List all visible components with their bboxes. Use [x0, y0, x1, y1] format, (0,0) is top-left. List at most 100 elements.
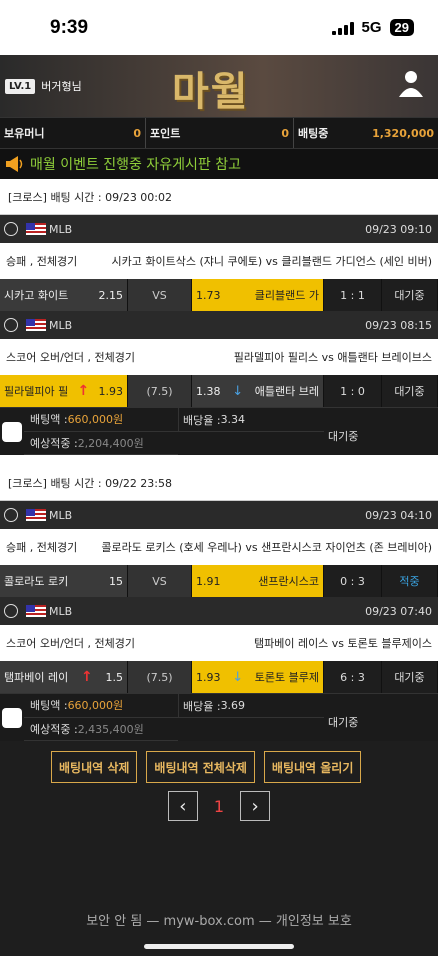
- bet-type: 승패 , 전체경기: [6, 541, 78, 554]
- bet-state: 대기중: [328, 430, 359, 443]
- expected-win: 2,204,400원: [77, 436, 144, 450]
- baseball-icon: [4, 222, 18, 236]
- game-result: 대기중: [382, 661, 438, 693]
- game-result: 대기중: [382, 375, 438, 407]
- game-info: 승패 , 전체경기 시카고 화이트삭스 (쟈니 쿠에토) vs 클리블랜드 가디…: [0, 243, 438, 279]
- game-info: 스코어 오버/언더 , 전체경기 탬파베이 레이스 vs 토론토 블루제이스: [0, 625, 438, 661]
- point-value: 0: [281, 126, 289, 140]
- league-row: MLB 09/23 08:15: [0, 311, 438, 339]
- clock: 9:39: [50, 16, 89, 38]
- game-score: 1 : 0: [324, 375, 382, 407]
- money-value: 0: [133, 126, 141, 140]
- game-score: 6 : 3: [324, 661, 382, 693]
- bet-type: 스코어 오버/언더 , 전체경기: [6, 351, 136, 364]
- bet-amount-label: 배팅액 :: [30, 699, 68, 713]
- odds-rate-row: 배당율 : 3.69: [178, 694, 324, 718]
- bet-amount-row: 배팅액 : 660,000원: [24, 694, 178, 718]
- home-odds[interactable]: 탬파베이 레이 ↑ 1.5: [0, 661, 128, 693]
- league-name: MLB: [49, 318, 73, 332]
- over-arrow-icon: ↑: [77, 383, 90, 399]
- bet-type: 스코어 오버/언더 , 전체경기: [6, 637, 136, 650]
- home-team: 필라델피아 필: [4, 385, 69, 398]
- handicap: (7.5): [128, 375, 192, 407]
- point-cell: 포인트 0: [146, 118, 294, 148]
- away-team: 애틀랜타 브레: [254, 385, 319, 398]
- spacer: [0, 455, 438, 465]
- point-label: 포인트: [150, 127, 181, 140]
- prev-page-button[interactable]: ‹: [167, 791, 198, 821]
- league-name: MLB: [49, 508, 73, 522]
- status-bar: 9:39 5G 29: [0, 0, 438, 55]
- handicap: VS: [128, 565, 192, 597]
- handicap: VS: [128, 279, 192, 311]
- next-page-button[interactable]: ›: [240, 791, 271, 821]
- usa-flag-icon: [26, 605, 46, 617]
- site-logo[interactable]: 마월: [172, 59, 250, 117]
- odds-row: 탬파베이 레이 ↑ 1.5 (7.5) 1.93 ↓ 토론토 블루제 6 : 3…: [0, 661, 438, 693]
- away-odds[interactable]: 1.73 클리블랜드 가: [192, 279, 324, 311]
- browser-url-bar[interactable]: 보안 안 됨 — myw-box.com — 개인정보 보호: [0, 910, 438, 929]
- rate-label: 배당율 :: [183, 699, 221, 713]
- battery-icon: 29: [389, 19, 414, 36]
- expected-win-label: 예상적중 :: [30, 722, 78, 736]
- away-team: 클리블랜드 가: [254, 289, 319, 302]
- post-history-button[interactable]: 배팅내역 올리기: [263, 751, 362, 783]
- site-header: LV.1 버거형님 마월: [0, 55, 438, 117]
- home-odds[interactable]: 시카고 화이트 2.15: [0, 279, 128, 311]
- rate-value: 3.69: [220, 699, 246, 712]
- away-odds-value: 1.38: [196, 384, 221, 398]
- usa-flag-icon: [26, 509, 46, 521]
- usa-flag-icon: [26, 223, 46, 235]
- delete-history-button[interactable]: 배팅내역 삭제: [51, 751, 138, 783]
- slip-title: [크로스] 배팅 시간 : 09/22 23:58: [0, 465, 438, 501]
- baseball-icon: [4, 318, 18, 332]
- select-checkbox[interactable]: [0, 694, 24, 741]
- over-arrow-icon: ↑: [80, 669, 93, 685]
- game-info: 승패 , 전체경기 콜로라도 로키스 (호세 우레나) vs 샌프란시스코 자이…: [0, 529, 438, 565]
- home-team: 콜로라도 로키: [4, 575, 69, 588]
- away-odds[interactable]: 1.38 ↓ 애틀랜타 브레: [192, 375, 324, 407]
- expected-win-label: 예상적중 :: [30, 436, 78, 450]
- away-odds[interactable]: 1.93 ↓ 토론토 블루제: [192, 661, 324, 693]
- home-odds-value: 1.5: [105, 670, 123, 684]
- home-odds-value: 2.15: [98, 288, 124, 302]
- home-odds[interactable]: 콜로라도 로키 15: [0, 565, 128, 597]
- current-page[interactable]: 1: [214, 797, 224, 816]
- league-row: MLB 09/23 04:10: [0, 501, 438, 529]
- username: 버거형님: [41, 80, 82, 93]
- home-odds[interactable]: 필라델피아 필 ↑ 1.93: [0, 375, 128, 407]
- expected-win: 2,435,400원: [77, 722, 144, 736]
- rate-label: 배당율 :: [183, 413, 221, 427]
- game-info: 스코어 오버/언더 , 전체경기 필라델피아 필리스 vs 애틀랜타 브레이브스: [0, 339, 438, 375]
- under-arrow-icon: ↓: [232, 669, 244, 685]
- expected-win-row: 예상적중 : 2,435,400원: [24, 718, 178, 741]
- home-indicator: [144, 944, 294, 949]
- notice-banner[interactable]: 매월 이벤트 진행중 자유게시판 참고: [0, 149, 438, 179]
- baseball-icon: [4, 604, 18, 618]
- slip-title: [크로스] 배팅 시간 : 09/23 00:02: [0, 179, 438, 215]
- select-checkbox[interactable]: [0, 408, 24, 455]
- home-odds-value: 1.93: [98, 384, 123, 398]
- odds-row: 시카고 화이트 2.15 VS 1.73 클리블랜드 가 1 : 1 대기중: [0, 279, 438, 311]
- game-datetime: 09/23 07:40: [365, 604, 432, 618]
- delete-all-history-button[interactable]: 배팅내역 전체삭제: [146, 751, 255, 783]
- league-row: MLB 09/23 07:40: [0, 597, 438, 625]
- away-odds[interactable]: 1.91 샌프란시스코: [192, 565, 324, 597]
- bet-amount: 660,000원: [67, 413, 124, 427]
- game-result: 대기중: [382, 279, 438, 311]
- league-name: MLB: [49, 222, 73, 236]
- under-arrow-icon: ↓: [232, 383, 244, 399]
- home-team: 시카고 화이트: [4, 289, 69, 302]
- game-datetime: 09/23 04:10: [365, 508, 432, 522]
- user-profile-icon[interactable]: [398, 69, 424, 99]
- notice-text: 매월 이벤트 진행중 자유게시판 참고: [30, 157, 241, 173]
- rate-value: 3.34: [220, 413, 246, 426]
- money-cell: 보유머니 0: [0, 118, 146, 148]
- game-datetime: 09/23 09:10: [365, 222, 432, 236]
- away-team: 샌프란시스코: [258, 575, 319, 588]
- bet-history-list: [크로스] 배팅 시간 : 09/23 00:02 MLB 09/23 09:1…: [0, 179, 438, 741]
- game-datetime: 09/23 08:15: [365, 318, 432, 332]
- betting-value: 1,320,000: [372, 126, 434, 140]
- away-team: 토론토 블루제: [254, 671, 319, 684]
- bet-state: 대기중: [328, 716, 359, 729]
